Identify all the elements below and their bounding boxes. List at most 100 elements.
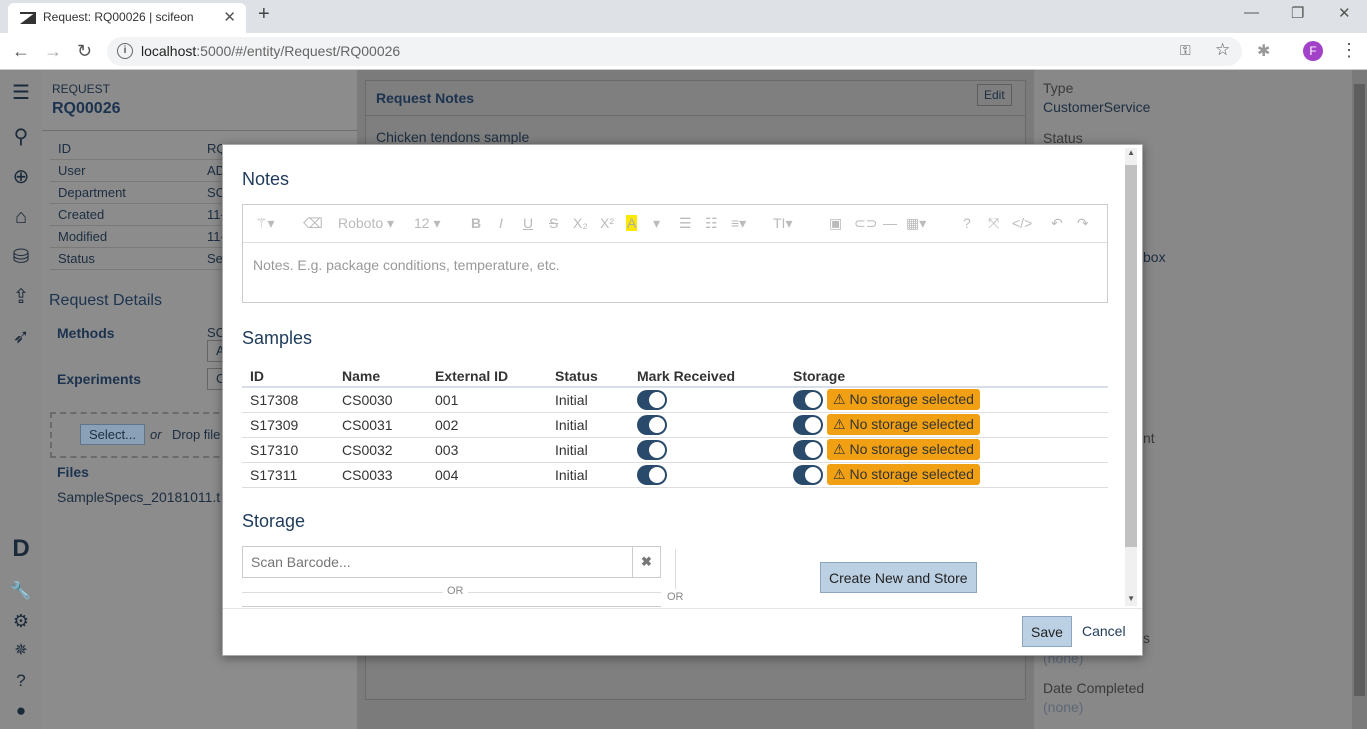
strikethrough-icon[interactable]: S — [549, 215, 558, 231]
storage-toggle[interactable] — [793, 439, 823, 460]
sample-name: CS0033 — [334, 462, 427, 488]
file-dropzone[interactable]: Select... or Drop file — [50, 412, 250, 458]
user-icon[interactable]: ● — [8, 698, 34, 724]
storage-cell: ⚠ No storage selected — [785, 462, 1108, 488]
edit-notes-button[interactable]: Edit — [977, 84, 1012, 106]
notes-heading: Notes — [242, 169, 290, 189]
hamburger-icon[interactable]: ☰ — [8, 80, 34, 106]
numbered-list-icon[interactable]: ☷ — [705, 215, 718, 232]
add-icon[interactable]: ⊕ — [8, 164, 34, 190]
font-size-select[interactable]: 12 ▾ — [414, 215, 441, 232]
horizontal-rule-icon[interactable]: — — [883, 215, 897, 231]
mark-received-toggle[interactable] — [637, 464, 667, 485]
align-icon[interactable]: ≡▾ — [731, 215, 746, 232]
underline-icon[interactable]: U — [523, 215, 533, 231]
eraser-icon[interactable]: ⌫ — [303, 215, 323, 232]
select-file-button[interactable]: Select... — [80, 424, 145, 445]
color-dropdown-icon[interactable]: ▾ — [653, 215, 660, 232]
browser-tab[interactable]: Request: RQ00026 | scifeon ✕ — [8, 3, 246, 33]
cancel-button[interactable]: Cancel — [1082, 623, 1126, 639]
rocket-icon[interactable]: ➶ — [8, 324, 34, 350]
notes-editor[interactable]: ⚚▾ ⌫ Roboto ▾ 12 ▾ B I U S X₂ X² A ▾ ☰ ☷… — [242, 204, 1108, 303]
code-view-icon[interactable]: </> — [1012, 215, 1032, 231]
undo-icon[interactable]: ↶ — [1051, 215, 1063, 232]
left-nav: ☰ ⚲ ⊕ ⌂ ⛁ ⇪ ➶ D 🔧 ⚙ ✵ ? ● — [0, 70, 42, 729]
details-title: Request Details — [49, 292, 162, 309]
image-icon[interactable]: ▣ — [829, 215, 842, 232]
url-text: localhost:5000/#/entity/Request/RQ00026 — [141, 43, 400, 59]
subscript-icon[interactable]: X₂ — [573, 215, 588, 231]
notes-placeholder: Notes. E.g. package conditions, temperat… — [253, 257, 560, 273]
omnibox[interactable]: i localhost:5000/#/entity/Request/RQ0002… — [107, 37, 1242, 66]
barcode-input[interactable] — [243, 547, 633, 577]
warning-icon: ⚠ — [833, 466, 850, 482]
field-label: ID — [58, 141, 71, 156]
home-icon[interactable]: ⌂ — [8, 204, 34, 230]
bug-icon[interactable]: ✵ — [8, 638, 34, 664]
scroll-down-icon[interactable]: ▼ — [1127, 594, 1135, 603]
table-row: S17309 CS0031 002 Initial ⚠ No storage selec… — [242, 412, 1108, 438]
clear-barcode-icon[interactable]: ✖ — [632, 547, 660, 577]
redo-icon[interactable]: ↷ — [1077, 215, 1089, 232]
address-bar: ← → ↻ i localhost:5000/#/entity/Request/… — [0, 33, 1367, 70]
back-icon[interactable]: ← — [12, 41, 30, 62]
sample-name: CS0030 — [334, 387, 427, 413]
font-name: Roboto — [338, 215, 384, 231]
save-button[interactable]: Save — [1022, 616, 1072, 647]
samples-table: ID Name External ID Status Mark Received Stor… — [242, 365, 1108, 488]
magic-wand-icon[interactable]: ⚚▾ — [255, 215, 275, 232]
superscript-icon[interactable]: X² — [600, 215, 614, 231]
search-icon[interactable]: ⚲ — [8, 124, 34, 150]
barcode-field[interactable]: ✖ — [242, 546, 661, 578]
close-window-icon[interactable]: ✕ — [1338, 4, 1351, 22]
bullet-list-icon[interactable]: ☰ — [679, 215, 692, 232]
key-icon[interactable]: ⚿ — [1180, 42, 1191, 59]
restore-icon[interactable]: ❐ — [1291, 4, 1304, 22]
minimize-icon[interactable]: — — [1244, 4, 1259, 21]
fullscreen-icon[interactable]: ⤧ — [988, 215, 999, 232]
create-new-and-store-button[interactable]: Create New and Store — [820, 562, 977, 593]
page-scrollbar[interactable] — [1352, 70, 1367, 729]
storage-toggle[interactable] — [793, 414, 823, 435]
mark-received-toggle[interactable] — [637, 389, 667, 410]
site-info-icon[interactable]: i — [117, 43, 133, 59]
star-icon[interactable]: ☆ — [1215, 40, 1230, 60]
avatar[interactable]: F — [1303, 41, 1323, 61]
request-notes-title: Request Notes — [376, 90, 475, 106]
extension-icon[interactable]: ✱ — [1257, 41, 1270, 61]
help-icon[interactable]: ? — [8, 668, 34, 694]
or-text: or — [150, 427, 162, 442]
storage-toggle[interactable] — [793, 389, 823, 410]
date-completed-label: Date Completed — [1043, 680, 1145, 696]
italic-icon[interactable]: I — [499, 215, 503, 231]
menu-kebab-icon[interactable]: ⋮ — [1340, 40, 1358, 61]
database-icon[interactable]: ⛁ — [8, 244, 34, 270]
mark-received-toggle[interactable] — [637, 414, 667, 435]
field-label: User — [58, 163, 86, 178]
bold-icon[interactable]: B — [471, 215, 481, 231]
upload-icon[interactable]: ⇪ — [8, 284, 34, 310]
table-icon[interactable]: ▦▾ — [906, 215, 926, 232]
highlight-icon[interactable]: A — [626, 215, 638, 231]
forward-icon[interactable]: → — [44, 41, 62, 62]
mark-received-toggle[interactable] — [637, 439, 667, 460]
text-style-icon[interactable]: TI▾ — [773, 215, 792, 232]
field-value: Se — [207, 251, 223, 266]
scroll-up-icon[interactable]: ▲ — [1127, 148, 1135, 157]
dialog-scrollbar-thumb[interactable] — [1125, 165, 1137, 547]
warning-icon: ⚠ — [833, 441, 850, 457]
reload-icon[interactable]: ↻ — [77, 41, 92, 62]
help-editor-icon[interactable]: ? — [963, 215, 971, 231]
storage-toggle[interactable] — [793, 464, 823, 485]
storage-cell: ⚠ No storage selected — [785, 412, 1108, 438]
font-family-select[interactable]: Roboto ▾ — [338, 215, 394, 232]
wrench-icon[interactable]: 🔧 — [8, 578, 34, 604]
sample-id: S17309 — [242, 412, 334, 438]
link-icon[interactable]: ⊂⊃ — [854, 215, 877, 232]
file-link[interactable]: SampleSpecs_20181011.t — [57, 489, 220, 505]
gear-icon[interactable]: ⚙ — [8, 608, 34, 634]
storage-status-text: No storage selected — [849, 441, 974, 457]
logo-d-icon[interactable]: D — [8, 536, 34, 562]
new-tab-icon[interactable]: + — [258, 3, 270, 26]
close-tab-icon[interactable]: ✕ — [223, 8, 236, 26]
